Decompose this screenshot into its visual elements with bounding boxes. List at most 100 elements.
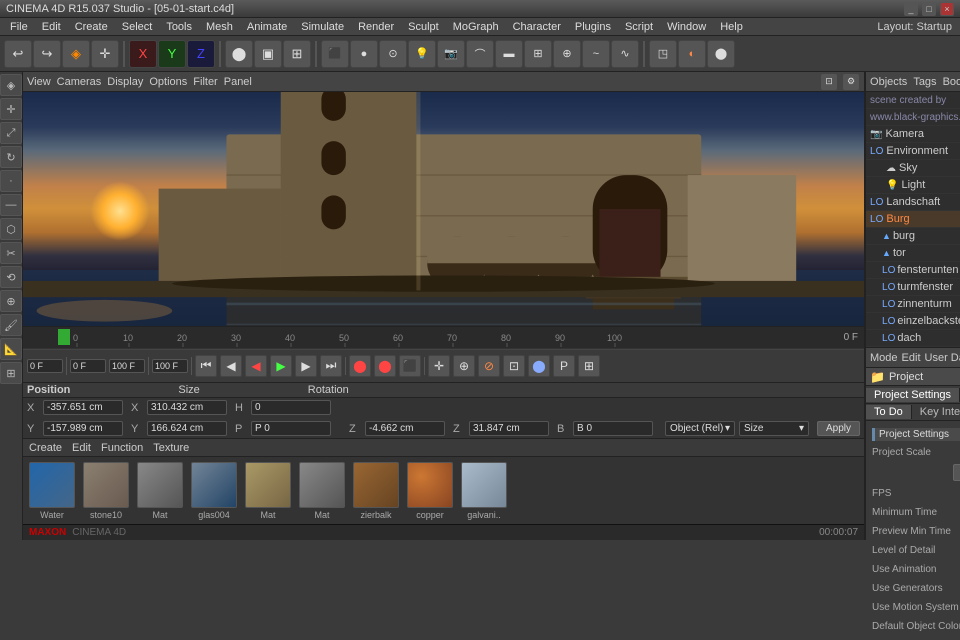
start-frame-input[interactable]: 0 F xyxy=(70,359,106,373)
menu-animate[interactable]: Animate xyxy=(241,20,293,34)
subtab-todo[interactable]: To Do xyxy=(866,405,912,419)
obj-menu-tags[interactable]: Tags xyxy=(913,76,936,88)
apply-button[interactable]: Apply xyxy=(817,421,860,436)
subtab-keyinterp[interactable]: Key Interpolation xyxy=(912,405,960,419)
go-start-button[interactable]: ⏮ xyxy=(195,355,217,377)
mat-galvani[interactable]: galvani.. xyxy=(459,462,509,520)
scale-project-button[interactable]: Scale Project... xyxy=(953,464,960,481)
mat-copper[interactable]: copper xyxy=(405,462,455,520)
record-stop[interactable]: ⬛ xyxy=(399,355,421,377)
z-position[interactable]: -4.662 cm xyxy=(365,421,445,436)
obj-menu-objects[interactable]: Objects xyxy=(870,76,907,88)
toolbar-anim-3[interactable]: ⊞ xyxy=(283,40,311,68)
coord-system-select[interactable]: Object (Rel) ▾ xyxy=(665,421,735,436)
toolbar-anim-1[interactable]: ⬤ xyxy=(225,40,253,68)
mat-zierbalk[interactable]: zierbalk xyxy=(351,462,401,520)
current-frame-display[interactable]: 0 F xyxy=(27,359,63,373)
menu-render[interactable]: Render xyxy=(352,20,400,34)
obj-fensterunten[interactable]: LO fensterunten xyxy=(866,262,960,279)
x-position[interactable]: -357.651 cm xyxy=(43,400,123,415)
obj-kamera[interactable]: 📷 Kamera ⊘ xyxy=(866,126,960,143)
toolbar-anim-2[interactable]: ▣ xyxy=(254,40,282,68)
obj-light[interactable]: 💡 Light xyxy=(866,177,960,194)
obj-sky[interactable]: ☁ Sky xyxy=(866,160,960,177)
sidebar-magnet[interactable]: ⊕ xyxy=(0,290,22,312)
toolbar-spline[interactable]: ~ xyxy=(582,40,610,68)
close-button[interactable]: × xyxy=(940,2,954,16)
sidebar-loop[interactable]: ⟲ xyxy=(0,266,22,288)
mat-menu-function[interactable]: Function xyxy=(101,442,143,454)
maximize-button[interactable]: □ xyxy=(922,2,936,16)
vp-menu-view[interactable]: View xyxy=(27,76,51,88)
obj-einzelbacksteine[interactable]: LO einzelbacksteine xyxy=(866,313,960,330)
menu-mograph[interactable]: MoGraph xyxy=(447,20,505,34)
toolbar-nurbs[interactable]: ∿ xyxy=(611,40,639,68)
viewport-3d[interactable] xyxy=(23,92,864,326)
mat-glas[interactable]: glas004 xyxy=(189,462,239,520)
menu-select[interactable]: Select xyxy=(116,20,159,34)
toolbar-z-axis[interactable]: Z xyxy=(187,40,215,68)
y-rotation[interactable]: P 0 xyxy=(251,421,331,436)
mat-water[interactable]: Water xyxy=(27,462,77,520)
obj-menu-bookmarks[interactable]: Bookmarks xyxy=(943,76,960,88)
sidebar-scale[interactable]: ⤢ xyxy=(0,122,22,144)
menu-simulate[interactable]: Simulate xyxy=(295,20,350,34)
record-keyframe[interactable]: ⬤ xyxy=(349,355,371,377)
current-frame-input[interactable]: 100 F xyxy=(109,359,145,373)
obj-zinnenturm[interactable]: LO zinnenturm xyxy=(866,296,960,313)
vp-menu-filter[interactable]: Filter xyxy=(193,76,217,88)
toolbar-undo[interactable]: ↩ xyxy=(4,40,32,68)
toolbar-camera[interactable]: 📷 xyxy=(437,40,465,68)
sidebar-snap[interactable]: ⊞ xyxy=(0,362,22,384)
toolbar-floor[interactable]: ▬ xyxy=(495,40,523,68)
mat-mat1[interactable]: Mat xyxy=(135,462,185,520)
vp-maximize[interactable]: ⊡ xyxy=(820,73,838,91)
menu-help[interactable]: Help xyxy=(714,20,749,34)
mat-mat2[interactable]: Mat xyxy=(243,462,293,520)
play-button[interactable]: ▶ xyxy=(270,355,292,377)
vp-menu-panel[interactable]: Panel xyxy=(224,76,252,88)
toolbar-render-region[interactable]: ◳ xyxy=(649,40,677,68)
mat-menu-texture[interactable]: Texture xyxy=(153,442,189,454)
menu-edit[interactable]: Edit xyxy=(36,20,67,34)
sidebar-edges[interactable]: — xyxy=(0,194,22,216)
obj-dach[interactable]: LO dach xyxy=(866,330,960,347)
prev-frame-button[interactable]: ◀ xyxy=(220,355,242,377)
vp-menu-cameras[interactable]: Cameras xyxy=(57,76,102,88)
go-end-button[interactable]: ⏭ xyxy=(320,355,342,377)
obj-tor[interactable]: ▲ tor xyxy=(866,245,960,262)
menu-tools[interactable]: Tools xyxy=(160,20,198,34)
menu-window[interactable]: Window xyxy=(661,20,712,34)
mode-icon-2[interactable]: ⊕ xyxy=(453,355,475,377)
mat-stone10[interactable]: stone10 xyxy=(81,462,131,520)
vp-menu-options[interactable]: Options xyxy=(149,76,187,88)
mode-icon-5[interactable]: ⬤ xyxy=(528,355,550,377)
mode-icon-1[interactable]: ✛ xyxy=(428,355,450,377)
toolbar-cylinder[interactable]: ⊙ xyxy=(379,40,407,68)
sidebar-knife[interactable]: ✂ xyxy=(0,242,22,264)
z-rotation[interactable]: B 0 xyxy=(573,421,653,436)
toolbar-cube[interactable]: ⬛ xyxy=(321,40,349,68)
mode-icon-6[interactable]: P xyxy=(553,355,575,377)
mode-icon-7[interactable]: ⊞ xyxy=(578,355,600,377)
x-rotation[interactable]: 0 xyxy=(251,400,331,415)
menu-sculpt[interactable]: Sculpt xyxy=(402,20,445,34)
props-menu-edit[interactable]: Edit xyxy=(902,352,921,364)
toolbar-redo[interactable]: ↪ xyxy=(33,40,61,68)
toolbar-live-select[interactable]: ◈ xyxy=(62,40,90,68)
mat-mat3[interactable]: Mat xyxy=(297,462,347,520)
vp-settings[interactable]: ⚙ xyxy=(842,73,860,91)
menu-character[interactable]: Character xyxy=(507,20,567,34)
mode-icon-4[interactable]: ⊡ xyxy=(503,355,525,377)
sidebar-paint[interactable]: 🖌 xyxy=(0,314,22,336)
obj-burg-group[interactable]: LO Burg xyxy=(866,211,960,228)
y-position[interactable]: -157.989 cm xyxy=(43,421,123,436)
toolbar-x-axis[interactable]: X xyxy=(129,40,157,68)
toolbar-light[interactable]: 💡 xyxy=(408,40,436,68)
x-size[interactable]: 310.432 cm xyxy=(147,400,227,415)
play-reverse-button[interactable]: ◀ xyxy=(245,355,267,377)
mat-menu-create[interactable]: Create xyxy=(29,442,62,454)
toolbar-render-all[interactable]: ⬤ xyxy=(707,40,735,68)
toolbar-sphere[interactable]: ● xyxy=(350,40,378,68)
size-mode-select[interactable]: Size ▾ xyxy=(739,421,809,436)
